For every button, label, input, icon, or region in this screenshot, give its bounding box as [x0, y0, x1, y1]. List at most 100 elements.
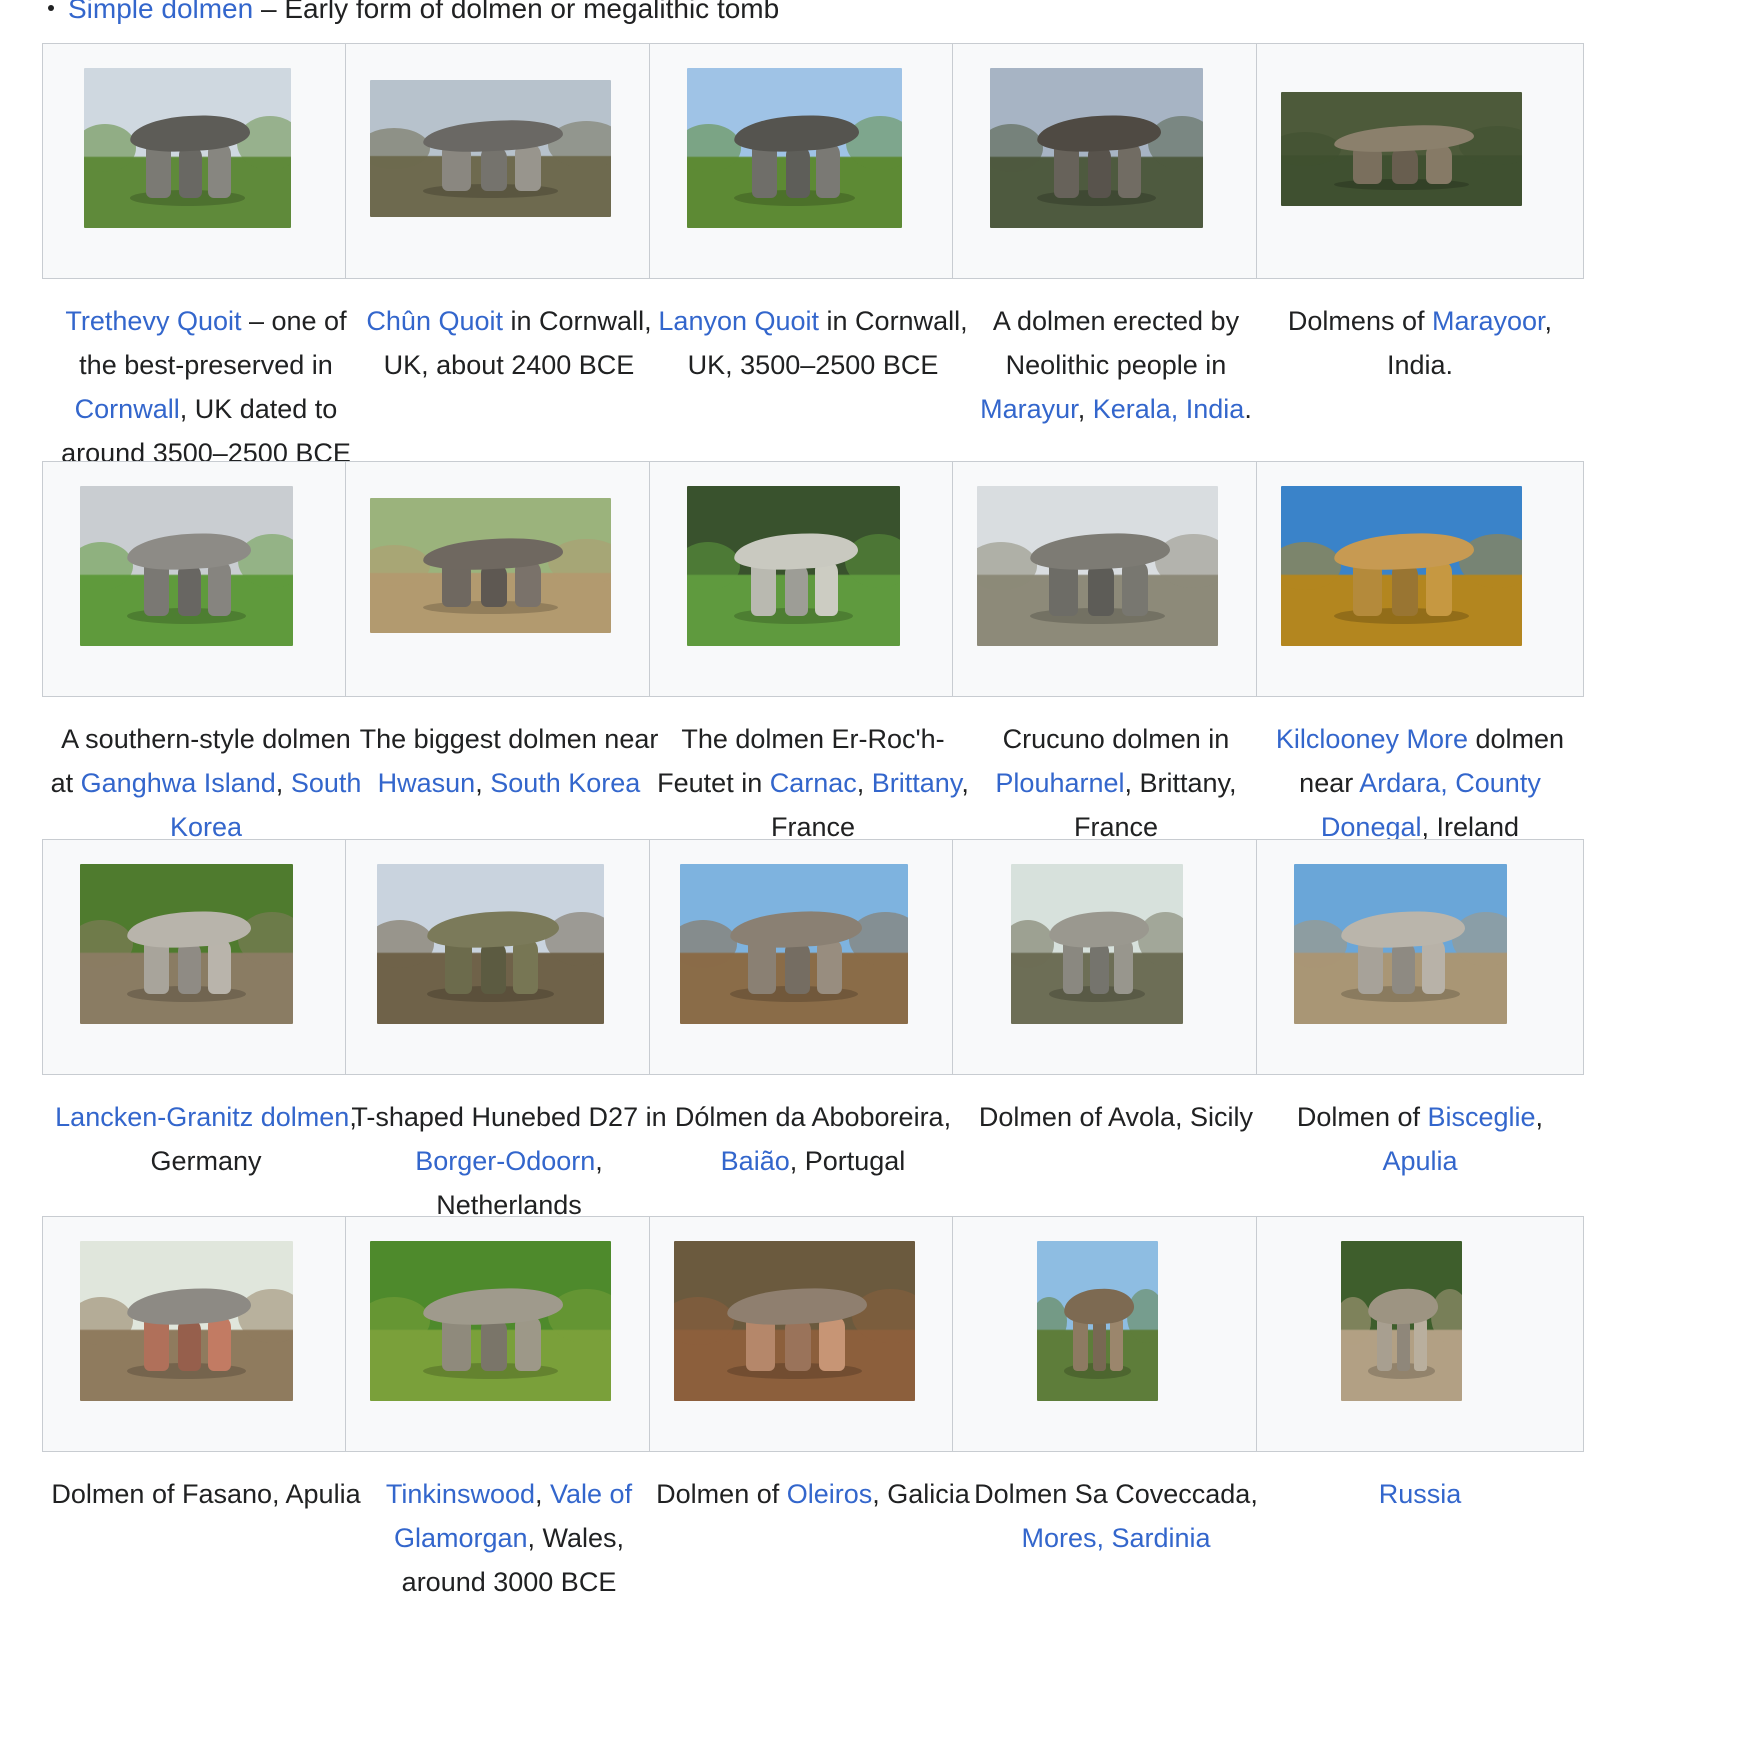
gallery-caption: Lanyon Quoit in Cornwall, UK, 3500–2500 B… — [649, 299, 977, 387]
caption-text: The biggest dolmen near — [359, 724, 659, 754]
caption-link[interactable]: Hwasun — [378, 768, 476, 798]
caption-text: , — [475, 768, 491, 798]
photo-upright-stone — [814, 559, 839, 616]
caption-link[interactable]: Donegal — [1321, 812, 1422, 842]
caption-text: Germany — [150, 1146, 262, 1176]
dolmen-photo[interactable] — [687, 68, 902, 228]
dolmen-photo[interactable] — [370, 80, 611, 217]
gallery-caption: The dolmen Er-Roc'h- Feutet in Carnac, Br… — [649, 717, 977, 849]
gallery-caption: Dólmen da Aboboreira, Baião, Portugal — [649, 1095, 977, 1183]
caption-link[interactable]: Plouharnel — [995, 768, 1124, 798]
caption-link[interactable]: Glamorgan — [394, 1523, 528, 1553]
photo-upright-stone — [816, 141, 840, 198]
gallery-caption: A southern-style dolmen at Ganghwa Island… — [42, 717, 370, 849]
caption-text: , — [1535, 1102, 1544, 1132]
caption-link[interactable]: Korea — [170, 812, 242, 842]
thumbnail-frame — [345, 43, 673, 279]
thumbnail-frame — [345, 839, 673, 1075]
caption-link[interactable]: Lancken-Granitz dolmen — [55, 1102, 349, 1132]
caption-text: , — [275, 768, 291, 798]
caption-link[interactable]: Chûn Quoit — [366, 306, 503, 336]
caption-text: France — [770, 812, 856, 842]
dolmen-photo[interactable] — [1281, 92, 1522, 206]
thumbnail-frame — [42, 43, 370, 279]
thumbnail-frame — [1256, 1216, 1584, 1452]
caption-link[interactable]: Bisceglie — [1427, 1102, 1535, 1132]
dolmen-photo[interactable] — [84, 68, 291, 228]
caption-text: T-shaped Hunebed D27 in — [351, 1102, 667, 1132]
caption-link[interactable]: Lanyon Quoit — [658, 306, 819, 336]
caption-link[interactable]: Marayoor — [1432, 306, 1545, 336]
photo-upright-stone — [1092, 1317, 1106, 1371]
dolmen-photo[interactable] — [1341, 1241, 1462, 1401]
caption-text: Dolmen Sa Coveccada, — [974, 1479, 1258, 1509]
photo-upright-stone — [1396, 1317, 1410, 1371]
photo-upright-stone — [207, 937, 232, 994]
photo-upright-stone — [514, 143, 542, 191]
caption-link[interactable]: Borger-Odoorn — [415, 1146, 595, 1176]
caption-link[interactable]: Ardara, County — [1359, 768, 1541, 798]
dolmen-photo[interactable] — [1281, 486, 1522, 646]
caption-text: in Cornwall, — [503, 306, 652, 336]
thumbnail-frame — [1256, 43, 1584, 279]
photo-upright-stone — [514, 1314, 542, 1371]
photo-upright-stone — [785, 144, 810, 198]
thumbnail-frame — [345, 1216, 673, 1452]
caption-link[interactable]: Kilclooney More — [1276, 724, 1468, 754]
dolmen-photo[interactable] — [1037, 1241, 1158, 1401]
dolmen-photo[interactable] — [674, 1241, 915, 1401]
caption-link[interactable]: Marayur — [980, 394, 1078, 424]
dolmen-photo[interactable] — [80, 864, 293, 1024]
dolmen-photo[interactable] — [1011, 864, 1183, 1024]
caption-link[interactable]: Oleiros — [787, 1479, 873, 1509]
photo-upright-stone — [816, 937, 842, 994]
dolmen-photo[interactable] — [1294, 864, 1507, 1024]
gallery-caption: Tinkinswood, Vale of Glamorgan, Wales, aro… — [345, 1472, 673, 1604]
caption-link[interactable]: Apulia — [1382, 1146, 1457, 1176]
caption-link[interactable]: Kerala, India — [1093, 394, 1245, 424]
caption-text: Dolmen of Avola, Sicily — [978, 1102, 1254, 1132]
caption-link[interactable]: Russia — [1379, 1479, 1462, 1509]
photo-upright-stone — [1087, 144, 1112, 198]
dolmen-photo[interactable] — [377, 864, 604, 1024]
caption-text: The dolmen Er-Roc'h- — [681, 724, 945, 754]
photo-upright-stone — [784, 562, 809, 616]
caption-text: Dólmen da Aboboreira, — [674, 1102, 952, 1132]
thumbnail-frame — [1256, 461, 1584, 697]
photo-upright-stone — [179, 144, 202, 198]
photo-upright-stone — [481, 940, 507, 994]
caption-text: , — [535, 1479, 551, 1509]
caption-text: near — [1299, 768, 1360, 798]
caption-link[interactable]: Carnac — [770, 768, 857, 798]
caption-text: Neolithic people in — [1005, 350, 1227, 380]
photo-upright-stone — [480, 145, 508, 191]
caption-link[interactable]: Tinkinswood — [386, 1479, 535, 1509]
caption-link[interactable]: Mores, Sardinia — [1021, 1523, 1210, 1553]
caption-link[interactable]: Vale of — [550, 1479, 632, 1509]
caption-text: around 3000 BCE — [401, 1567, 617, 1597]
dolmen-photo[interactable] — [977, 486, 1218, 646]
dolmen-photo[interactable] — [680, 864, 908, 1024]
thumbnail-frame — [649, 1216, 977, 1452]
caption-link[interactable]: Cornwall — [75, 394, 180, 424]
thumbnail-frame — [649, 461, 977, 697]
caption-text: . — [1244, 394, 1252, 424]
dolmen-photo[interactable] — [370, 498, 611, 633]
dolmen-photo[interactable] — [990, 68, 1203, 228]
caption-link[interactable]: Trethevy Quoit — [65, 306, 241, 336]
caption-link[interactable]: Ganghwa Island — [81, 768, 276, 798]
gallery-caption: Russia — [1256, 1472, 1584, 1516]
dolmen-photo[interactable] — [80, 1241, 293, 1401]
gallery-caption: Dolmen of Oleiros, Galicia — [649, 1472, 977, 1516]
photo-upright-stone — [818, 1314, 846, 1371]
photo-upright-stone — [480, 1317, 508, 1371]
dolmen-photo[interactable] — [80, 486, 293, 646]
caption-link[interactable]: South Korea — [490, 768, 640, 798]
dolmen-photo[interactable] — [370, 1241, 611, 1401]
photo-upright-stone — [177, 940, 202, 994]
photo-upright-stone — [1425, 559, 1453, 616]
caption-link[interactable]: Brittany — [872, 768, 962, 798]
gallery-caption: Trethevy Quoit – one of the best-preserve… — [42, 299, 370, 475]
caption-link[interactable]: Baião — [721, 1146, 790, 1176]
dolmen-photo[interactable] — [687, 486, 900, 646]
